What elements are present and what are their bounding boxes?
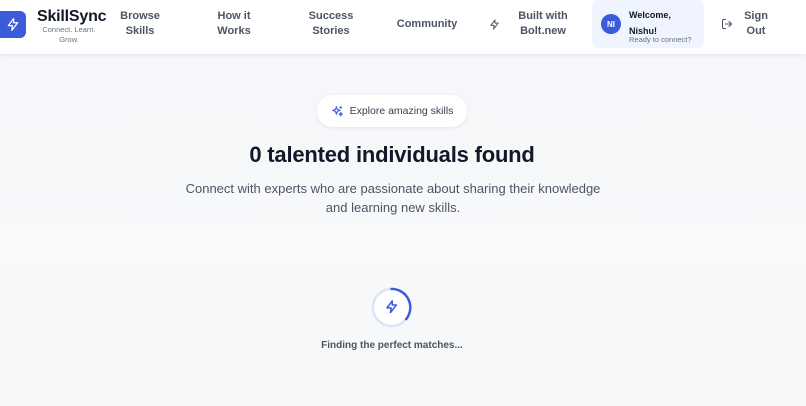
top-nav-bar: SkillSync Connect. Learn. Grow. Browse S… [0,0,806,54]
user-welcome-card[interactable]: NI Welcome, Nishu! Ready to connect? [592,0,704,48]
nav-browse-skills[interactable]: Browse Skills [112,9,168,39]
explore-skills-pill: Explore amazing skills [317,95,467,127]
bolt-icon [490,19,499,30]
bolt-icon [7,18,19,31]
loading-message: Finding the perfect matches... [321,340,463,351]
welcome-status: Ready to connect? [629,35,692,44]
avatar: NI [601,14,621,34]
nav-how-it-works[interactable]: How it Works [206,9,262,39]
sign-out-icon[interactable] [721,18,733,30]
sign-out-button[interactable]: Sign Out [740,9,772,39]
nav-community[interactable]: Community [392,17,462,32]
brand-tagline: Connect. Learn. Grow. [42,25,96,44]
nav-success-stories[interactable]: Success Stories [302,9,360,39]
logo-badge[interactable] [0,11,26,38]
loading-spinner [371,287,412,328]
results-headline: 0 talented individuals found [249,142,535,167]
nav-built-with-bolt[interactable]: Built with Bolt.new [512,9,574,39]
brand-name[interactable]: SkillSync [37,8,107,26]
pill-label: Explore amazing skills [349,105,454,117]
results-subtitle: Connect with experts who are passionate … [185,181,601,215]
sparkles-icon [331,105,343,116]
